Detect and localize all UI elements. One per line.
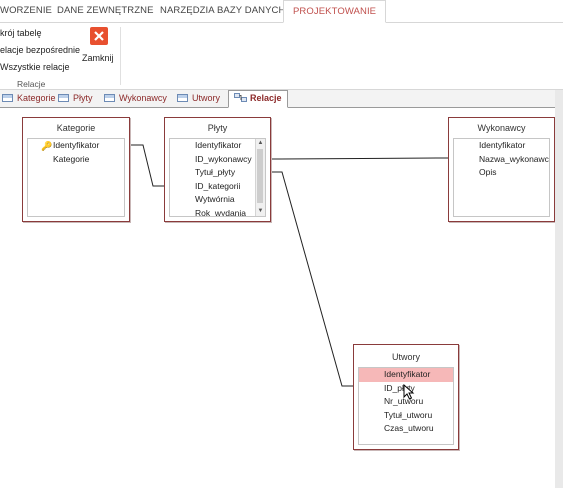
table-title[interactable]: Utwory — [354, 345, 458, 367]
scroll-thumb[interactable] — [257, 149, 263, 203]
relationship-line — [270, 171, 353, 387]
table-title[interactable]: Płyty — [165, 118, 270, 138]
field-nazwa-wykonawcy[interactable]: Nazwa_wykonawcy — [454, 153, 549, 167]
field-opis[interactable]: Opis — [454, 166, 549, 180]
relationship-lines — [130, 144, 449, 387]
window-right-edge — [555, 90, 563, 488]
table-title[interactable]: Kategorie — [23, 118, 129, 138]
field-list: 🔑 Identyfikator Kategorie — [27, 138, 125, 217]
relationship-line — [270, 157, 449, 160]
table-plyty[interactable]: Płyty Identyfikator ID_wykonawcy Tytuł_p… — [164, 117, 271, 222]
field-id-wykonawcy[interactable]: ID_wykonawcy — [170, 153, 265, 167]
field-list: Identyfikator ID_wykonawcy Tytuł_płyty I… — [169, 138, 266, 217]
field-kategorie[interactable]: Kategorie — [28, 153, 124, 167]
field-list: Identyfikator Nazwa_wykonawcy Opis — [453, 138, 550, 217]
scroll-up-icon[interactable]: ▲ — [256, 139, 265, 148]
field-identyfikator[interactable]: Identyfikator — [170, 139, 265, 153]
field-wytwornia[interactable]: Wytwórnia — [170, 193, 265, 207]
table-kategorie[interactable]: Kategorie 🔑 Identyfikator Kategorie — [22, 117, 130, 222]
field-label: Identyfikator — [53, 140, 100, 150]
field-identyfikator[interactable]: Identyfikator — [454, 139, 549, 153]
relationship-line — [130, 144, 165, 187]
scrollbar[interactable]: ▲ ▼ — [255, 139, 265, 216]
table-wykonawcy[interactable]: Wykonawcy Identyfikator Nazwa_wykonawcy … — [448, 117, 555, 222]
scroll-down-icon[interactable]: ▼ — [256, 207, 265, 216]
field-label: Kategorie — [53, 153, 90, 164]
field-identyfikator[interactable]: 🔑 Identyfikator — [28, 139, 124, 153]
field-rok-wydania[interactable]: Rok_wydania — [170, 207, 265, 217]
field-czas-utworu[interactable]: Czas_utworu — [359, 422, 453, 436]
key-icon: 🔑 — [41, 141, 53, 151]
field-tytul-plyty[interactable]: Tytuł_płyty — [170, 166, 265, 180]
field-list: Identyfikator ID_płyty Nr_utworu Tytuł_u… — [358, 367, 454, 445]
field-identyfikator[interactable]: Identyfikator — [359, 368, 453, 382]
field-tytul-utworu[interactable]: Tytuł_utworu — [359, 409, 453, 423]
field-id-kategorii[interactable]: ID_kategorii — [170, 180, 265, 194]
table-title[interactable]: Wykonawcy — [449, 118, 554, 138]
mouse-cursor-icon — [403, 384, 415, 400]
